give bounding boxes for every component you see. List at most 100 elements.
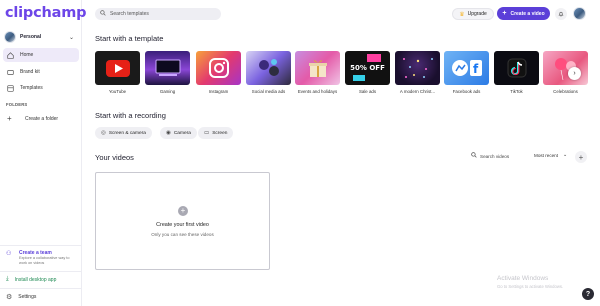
template-sale-ads[interactable]: 50% OFF Sale ads xyxy=(345,51,390,94)
create-team-link[interactable]: ⚇ Create a team Explore a collaborative … xyxy=(6,250,80,266)
template-tiktok[interactable]: TikTok xyxy=(494,51,539,94)
template-thumbnail xyxy=(246,51,291,85)
plus-icon: + xyxy=(578,152,584,162)
divider xyxy=(0,245,82,246)
install-desktop-app-link[interactable]: ⤓ Install desktop app xyxy=(6,276,56,283)
tiktok-logo-icon xyxy=(507,58,526,78)
facebook-logo-icon: f xyxy=(451,60,482,76)
carousel-next-button[interactable]: › xyxy=(568,67,581,80)
template-instagram[interactable]: Instagram xyxy=(196,51,241,94)
plus-icon: + xyxy=(178,206,188,216)
template-thumbnail xyxy=(543,51,588,85)
template-label: Celebrations xyxy=(553,89,578,94)
template-label: Facebook ads xyxy=(452,89,481,94)
empty-title: Create your first video xyxy=(156,222,209,228)
create-first-video-card[interactable]: + Create your first video Only you can s… xyxy=(95,172,270,270)
sidebar-item-label: Templates xyxy=(20,85,43,91)
camera-button[interactable]: ◉ Camera xyxy=(160,127,197,139)
template-gaming[interactable]: Gaming xyxy=(145,51,190,94)
empty-subtitle: Only you can see these videos xyxy=(151,232,214,237)
christmas-lights-icon xyxy=(402,58,433,78)
template-celebrations[interactable]: Celebrations xyxy=(543,51,588,94)
clipchamp-logo[interactable]: clipchamp xyxy=(5,5,87,21)
help-icon: ? xyxy=(585,290,591,298)
chevron-down-icon: ⌄ xyxy=(68,34,74,41)
screen-button[interactable]: ▭ Screen xyxy=(198,127,234,139)
sidebar-item-brand-kit[interactable]: Brand kit xyxy=(3,65,79,79)
app: clipchamp Personal ⌄ Home Brand kit Temp… xyxy=(0,0,600,306)
avatar xyxy=(4,31,16,43)
sale-accent xyxy=(367,54,381,62)
search-bar[interactable] xyxy=(95,8,221,20)
template-label: TikTok xyxy=(510,89,523,94)
notifications-bell-icon[interactable] xyxy=(555,8,567,20)
template-thumbnail: 50% OFF xyxy=(345,51,390,85)
user-avatar[interactable] xyxy=(573,7,586,20)
activate-windows-watermark: Activate Windows Go to Settings to activ… xyxy=(497,275,563,289)
template-thumbnail xyxy=(295,51,340,85)
template-label: Gaming xyxy=(159,89,176,94)
templates-icon xyxy=(7,84,14,92)
home-icon xyxy=(7,51,14,59)
template-facebook-ads[interactable]: f Facebook ads xyxy=(444,51,489,94)
social-apps-icon xyxy=(258,59,279,76)
chevron-right-icon: › xyxy=(573,70,576,77)
template-label: Events and holidays xyxy=(297,89,338,94)
template-modern-christmas[interactable]: A modern Christ... xyxy=(395,51,440,94)
watermark-title: Activate Windows xyxy=(497,275,549,282)
gear-icon: ⚙ xyxy=(6,294,13,301)
template-row: YouTube Gaming Instagram Social media ad… xyxy=(95,51,588,96)
create-folder-button[interactable]: + Create a folder xyxy=(4,113,80,125)
template-thumbnail: f xyxy=(444,51,489,85)
search-videos[interactable]: Search videos xyxy=(471,152,509,160)
upgrade-button[interactable]: ♛ Upgrade xyxy=(452,8,494,20)
help-button[interactable]: ? xyxy=(582,288,594,300)
monitor-icon: ▭ xyxy=(204,130,210,136)
template-thumbnail xyxy=(145,51,190,85)
search-icon xyxy=(471,152,477,160)
rec-label: Screen xyxy=(212,130,228,136)
divider xyxy=(0,271,82,272)
screen-and-camera-button[interactable]: ◎ Screen & camera xyxy=(95,127,152,139)
sidebar-item-label: Home xyxy=(20,52,34,58)
search-videos-label: Search videos xyxy=(480,153,510,159)
add-video-button[interactable]: + xyxy=(575,151,587,163)
template-events-and-holidays[interactable]: Events and holidays xyxy=(295,51,340,94)
template-thumbnail xyxy=(395,51,440,85)
template-thumbnail xyxy=(494,51,539,85)
create-folder-label: Create a folder xyxy=(25,116,59,122)
template-thumbnail xyxy=(95,51,140,85)
sidebar-item-home[interactable]: Home xyxy=(3,48,79,62)
create-team-description: Explore a collaborative way to work on v… xyxy=(19,256,70,265)
profile-switcher[interactable]: Personal ⌄ xyxy=(4,30,78,44)
camera-icon: ◉ xyxy=(166,130,171,136)
template-social-media-ads[interactable]: Social media ads xyxy=(246,51,291,94)
sort-dropdown[interactable]: Most recent ⌄ xyxy=(534,152,567,158)
chevron-down-icon: ⌄ xyxy=(563,152,568,158)
template-label: YouTube xyxy=(108,89,127,94)
sidebar-item-label: Brand kit xyxy=(20,69,40,75)
sidebar: clipchamp Personal ⌄ Home Brand kit Temp… xyxy=(0,0,87,306)
sale-thumb-text: 50% OFF xyxy=(350,64,385,72)
profile-name: Personal xyxy=(20,34,42,40)
settings-link[interactable]: ⚙ Settings xyxy=(6,293,36,301)
plus-icon: + xyxy=(7,114,12,123)
svg-text:f: f xyxy=(473,62,479,76)
search-input[interactable] xyxy=(110,11,210,17)
plus-icon: + xyxy=(502,10,507,17)
template-youtube[interactable]: YouTube xyxy=(95,51,140,94)
recording-heading: Start with a recording xyxy=(95,111,166,120)
divider xyxy=(0,288,82,289)
brand-kit-icon xyxy=(7,69,14,76)
sale-accent xyxy=(353,75,365,81)
screen-camera-icon: ◎ xyxy=(101,130,106,136)
crown-icon: ♛ xyxy=(459,11,465,18)
gift-box-icon xyxy=(308,60,327,77)
sidebar-item-templates[interactable]: Templates xyxy=(3,81,79,95)
download-icon: ⤓ xyxy=(6,276,9,282)
settings-label: Settings xyxy=(18,294,37,300)
create-video-button[interactable]: + Create a video xyxy=(497,7,550,20)
install-label: Install desktop app xyxy=(14,276,57,283)
watermark-subtitle: Go to Settings to activate Windows. xyxy=(497,284,564,289)
template-label: A modern Christ... xyxy=(399,89,436,94)
